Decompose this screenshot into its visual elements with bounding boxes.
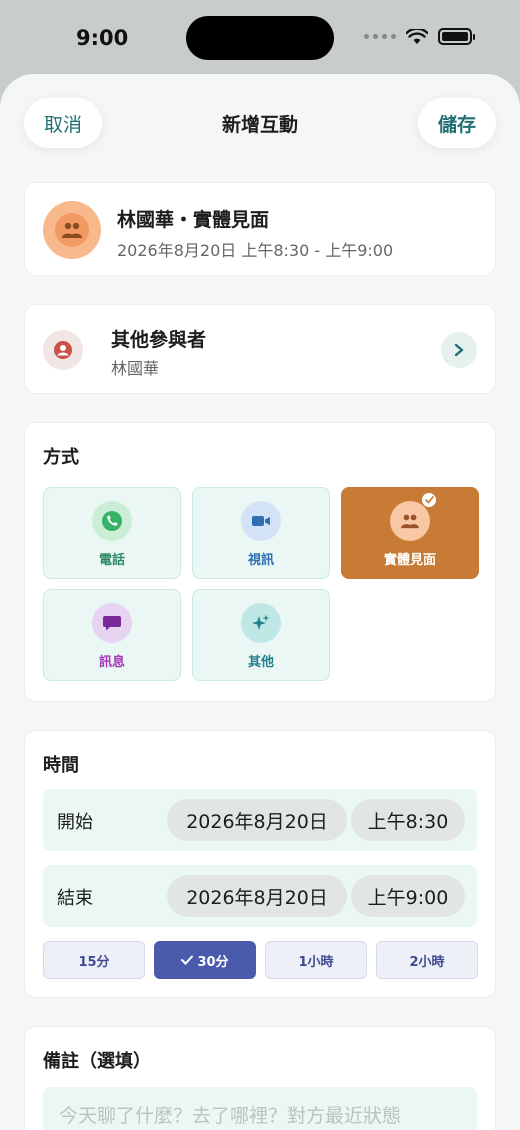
duration-label: 15分 xyxy=(78,954,110,970)
wifi-icon xyxy=(406,28,428,44)
checkmark-icon xyxy=(421,492,437,508)
method-message-button[interactable]: 訊息 xyxy=(43,589,181,681)
time-title: 時間 xyxy=(43,755,79,776)
person-icon xyxy=(43,330,83,370)
checkmark-icon xyxy=(181,955,194,965)
method-label: 電話 xyxy=(98,553,125,568)
duration-label: 30分 xyxy=(197,954,229,970)
method-label: 實體見面 xyxy=(383,553,436,568)
video-icon xyxy=(252,516,270,526)
duration-label: 2小時 xyxy=(409,954,445,970)
time-card: 時間 開始 2026年8月20日 上午8:30 結束 2026年8月20日 上午… xyxy=(24,730,496,998)
participants-names: 林國華 xyxy=(111,359,160,378)
method-label: 訊息 xyxy=(98,655,125,670)
end-time-row: 結束 2026年8月20日 上午9:00 xyxy=(43,865,477,927)
method-in-person-button[interactable]: 實體見面 xyxy=(341,487,479,579)
duration-30m-button[interactable]: 30分 xyxy=(154,941,256,979)
people-icon xyxy=(401,514,419,529)
duration-15m-button[interactable]: 15分 xyxy=(43,941,145,979)
method-title: 方式 xyxy=(43,447,79,468)
message-icon xyxy=(103,616,121,631)
avatar xyxy=(43,201,101,259)
duration-1h-button[interactable]: 1小時 xyxy=(265,941,367,979)
people-icon xyxy=(62,222,82,238)
method-label: 其他 xyxy=(247,655,274,670)
phone-icon xyxy=(102,511,122,531)
summary-datetime: 2026年8月20日 上午8:30 - 上午9:00 xyxy=(117,241,394,260)
start-date-picker[interactable]: 2026年8月20日 xyxy=(167,799,347,841)
duration-2h-button[interactable]: 2小時 xyxy=(376,941,478,979)
method-other-button[interactable]: 其他 xyxy=(192,589,330,681)
start-time-picker[interactable]: 上午8:30 xyxy=(351,799,465,841)
notes-input[interactable] xyxy=(43,1087,477,1130)
start-label: 開始 xyxy=(57,812,93,833)
method-phone-button[interactable]: 電話 xyxy=(43,487,181,579)
notes-title: 備註（選填） xyxy=(43,1051,151,1072)
method-video-button[interactable]: 視訊 xyxy=(192,487,330,579)
end-time-picker[interactable]: 上午9:00 xyxy=(351,875,465,917)
participants-title: 其他參與者 xyxy=(111,329,207,351)
participants-row[interactable]: 其他參與者 林國華 xyxy=(24,304,496,394)
interaction-summary-card: 林國華・實體見面 2026年8月20日 上午8:30 - 上午9:00 xyxy=(24,182,496,276)
status-time: 9:00 xyxy=(76,26,129,50)
status-bar: 9:00 xyxy=(0,0,520,76)
summary-title: 林國華・實體見面 xyxy=(117,209,270,231)
add-interaction-sheet: 取消 新增互動 儲存 林國華・實體見面 2026年8月20日 上午8:30 - … xyxy=(0,74,520,1130)
battery-icon xyxy=(438,28,475,45)
signal-icon xyxy=(364,34,396,39)
duration-label: 1小時 xyxy=(298,954,334,970)
sparkle-icon xyxy=(252,614,270,630)
start-time-row: 開始 2026年8月20日 上午8:30 xyxy=(43,789,477,851)
method-label: 視訊 xyxy=(247,553,274,568)
method-card: 方式 電話 視訊 實體見面 訊息 其他 xyxy=(24,422,496,702)
save-button[interactable]: 儲存 xyxy=(418,98,496,148)
chevron-right-icon[interactable] xyxy=(441,332,477,368)
nav-bar: 取消 新增互動 儲存 xyxy=(0,74,520,184)
notes-card: 備註（選填） xyxy=(24,1026,496,1130)
status-icons xyxy=(364,28,475,45)
end-label: 結束 xyxy=(57,888,93,909)
dynamic-island xyxy=(186,16,334,60)
end-date-picker[interactable]: 2026年8月20日 xyxy=(167,875,347,917)
